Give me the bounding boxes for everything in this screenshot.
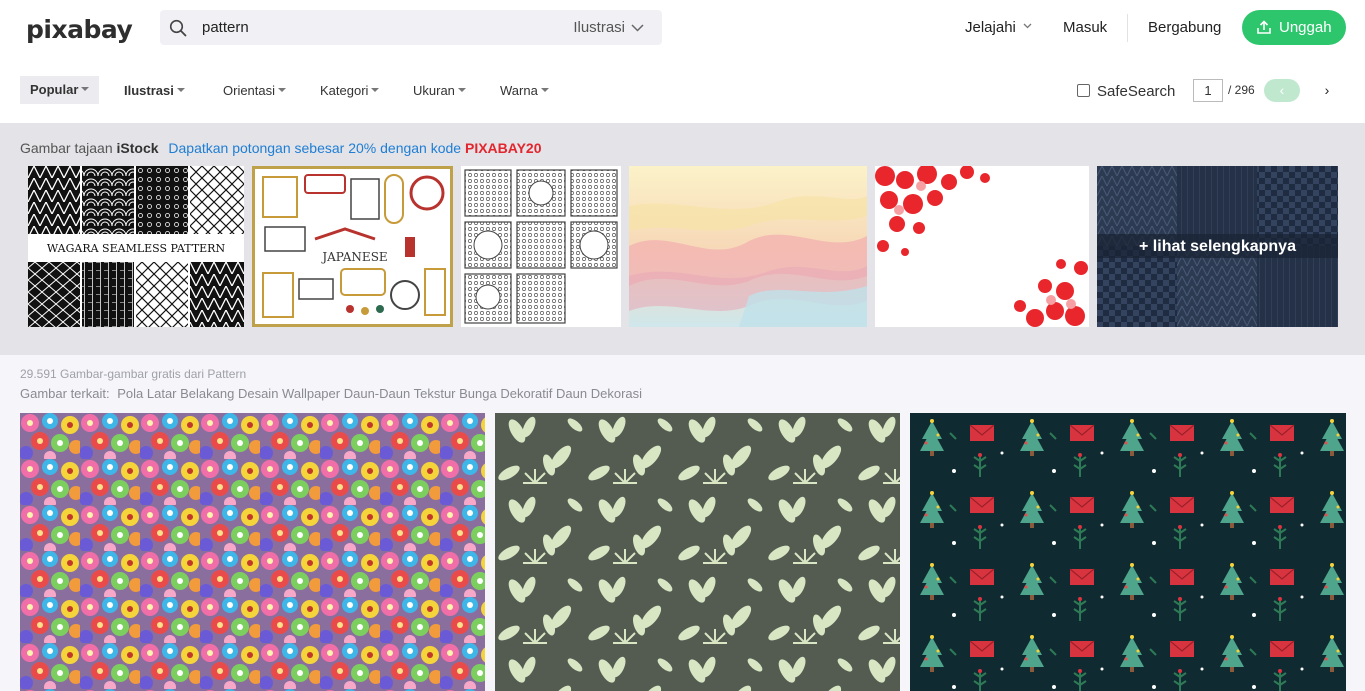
filter-color-label: Warna <box>500 83 538 98</box>
sponsor-text: Gambar tajaan iStock <box>20 140 159 156</box>
istock-thumbnail[interactable]: JAPANESE <box>252 166 453 327</box>
filter-category[interactable]: Kategori <box>320 83 380 98</box>
istock-thumbnail[interactable] <box>629 166 867 327</box>
related-tag[interactable]: Dekorasi <box>591 386 642 401</box>
upload-icon <box>1257 20 1271 34</box>
result-image[interactable] <box>495 413 900 691</box>
leaf-pattern-image <box>495 413 900 691</box>
top-header: pixabay pattern Ilustrasi Jelajahi Masuk… <box>0 0 1365 57</box>
results-count: 29.591 Gambar-gambar gratis dari Pattern <box>20 367 247 381</box>
chevron-left-icon: ‹ <box>1279 82 1285 98</box>
result-image[interactable] <box>20 413 485 691</box>
upload-label: Unggah <box>1279 19 1332 36</box>
filter-color[interactable]: Warna <box>500 83 549 98</box>
page-number-input[interactable]: 1 <box>1193 79 1223 102</box>
safesearch-checkbox[interactable] <box>1077 84 1090 97</box>
filter-orientation-label: Orientasi <box>223 83 276 98</box>
istock-thumbnail[interactable] <box>461 166 621 327</box>
caret-down-icon <box>278 88 287 92</box>
search-input[interactable]: pattern <box>202 19 249 36</box>
caret-down-icon <box>81 87 90 91</box>
filter-illustration[interactable]: Ilustrasi <box>124 83 185 98</box>
upload-button[interactable]: Unggah <box>1242 10 1346 45</box>
caret-down-icon <box>457 88 466 92</box>
search-type-select[interactable]: Ilustrasi <box>573 19 644 36</box>
filter-bar: Popular Ilustrasi Orientasi Kategori Uku… <box>0 57 1365 123</box>
pixabay-logo[interactable]: pixabay <box>26 15 133 44</box>
filter-size[interactable]: Ukuran <box>413 83 466 98</box>
filter-illustration-label: Ilustrasi <box>124 83 174 98</box>
promo-link[interactable]: Dapatkan potongan sebesar 20% dengan kod… <box>168 140 541 156</box>
japanese-title: JAPANESE <box>320 250 387 264</box>
search-type-label: Ilustrasi <box>573 19 625 36</box>
istock-header: Gambar tajaan iStock Dapatkan potongan s… <box>20 140 542 156</box>
istock-thumbnail[interactable]: WAGARA SEAMLESS PATTERN <box>28 166 244 327</box>
search-icon[interactable] <box>169 19 187 37</box>
see-more-link[interactable]: + lihat selengkapnya <box>1097 166 1338 327</box>
filter-category-label: Kategori <box>320 83 369 98</box>
filter-orientation[interactable]: Orientasi <box>223 83 287 98</box>
plum-blossom-image <box>875 166 1088 327</box>
explore-menu[interactable]: Jelajahi <box>965 19 1032 36</box>
prev-page-button[interactable]: ‹ <box>1264 79 1300 102</box>
japanese-frames-image: JAPANESE <box>262 174 446 318</box>
related-label: Gambar terkait: <box>20 386 110 401</box>
filter-popular-label: Popular <box>30 82 79 97</box>
next-page-button[interactable]: › <box>1309 79 1345 102</box>
chevron-down-icon <box>1023 23 1032 29</box>
safesearch-label: SafeSearch <box>1097 83 1176 100</box>
related-tag[interactable]: Bunga <box>459 386 497 401</box>
caret-down-icon <box>176 88 185 92</box>
related-tags: Gambar terkait: Pola Latar Belakang Desa… <box>20 386 642 401</box>
pastel-waves-image <box>629 166 867 327</box>
square-ornaments-image <box>464 169 618 324</box>
promo-code: PIXABAY20 <box>464 140 542 156</box>
result-image[interactable] <box>910 413 1346 691</box>
safesearch-toggle[interactable]: SafeSearch <box>1077 83 1175 100</box>
filter-size-label: Ukuran <box>413 83 455 98</box>
istock-thumbnail[interactable] <box>875 166 1089 327</box>
related-tag[interactable]: Desain <box>238 386 278 401</box>
promo-text: Dapatkan potongan sebesar 20% dengan kod… <box>168 140 465 156</box>
divider <box>1127 14 1128 42</box>
wagara-pattern-image: WAGARA SEAMLESS PATTERN <box>28 166 244 327</box>
join-link[interactable]: Bergabung <box>1148 19 1221 36</box>
istock-thumbnail-more[interactable]: + lihat selengkapnya <box>1097 166 1338 327</box>
search-bar[interactable]: pattern Ilustrasi <box>160 10 662 45</box>
related-tag[interactable]: Daun-Daun <box>344 386 411 401</box>
related-tag[interactable]: Wallpaper <box>282 386 340 401</box>
filter-popular[interactable]: Popular <box>20 76 100 104</box>
related-tag[interactable]: Pola <box>117 386 143 401</box>
colorful-flowers-image <box>20 413 485 691</box>
related-tag[interactable]: Daun <box>556 386 587 401</box>
related-tag[interactable]: Tekstur <box>414 386 456 401</box>
explore-label: Jelajahi <box>965 19 1016 36</box>
christmas-pattern-image <box>910 413 1346 691</box>
caret-down-icon <box>540 88 549 92</box>
wagara-title: WAGARA SEAMLESS PATTERN <box>47 242 226 255</box>
chevron-right-icon: › <box>1324 82 1330 98</box>
page-total: / 296 <box>1228 83 1255 97</box>
istock-brand[interactable]: iStock <box>117 140 159 156</box>
chevron-down-icon <box>631 24 644 32</box>
related-tag[interactable]: Dekoratif <box>500 386 552 401</box>
related-tag[interactable]: Latar Belakang <box>147 386 234 401</box>
sponsor-prefix: Gambar tajaan <box>20 140 117 156</box>
login-link[interactable]: Masuk <box>1063 19 1107 36</box>
istock-sponsored-section: Gambar tajaan iStock Dapatkan potongan s… <box>0 123 1365 355</box>
caret-down-icon <box>371 88 380 92</box>
